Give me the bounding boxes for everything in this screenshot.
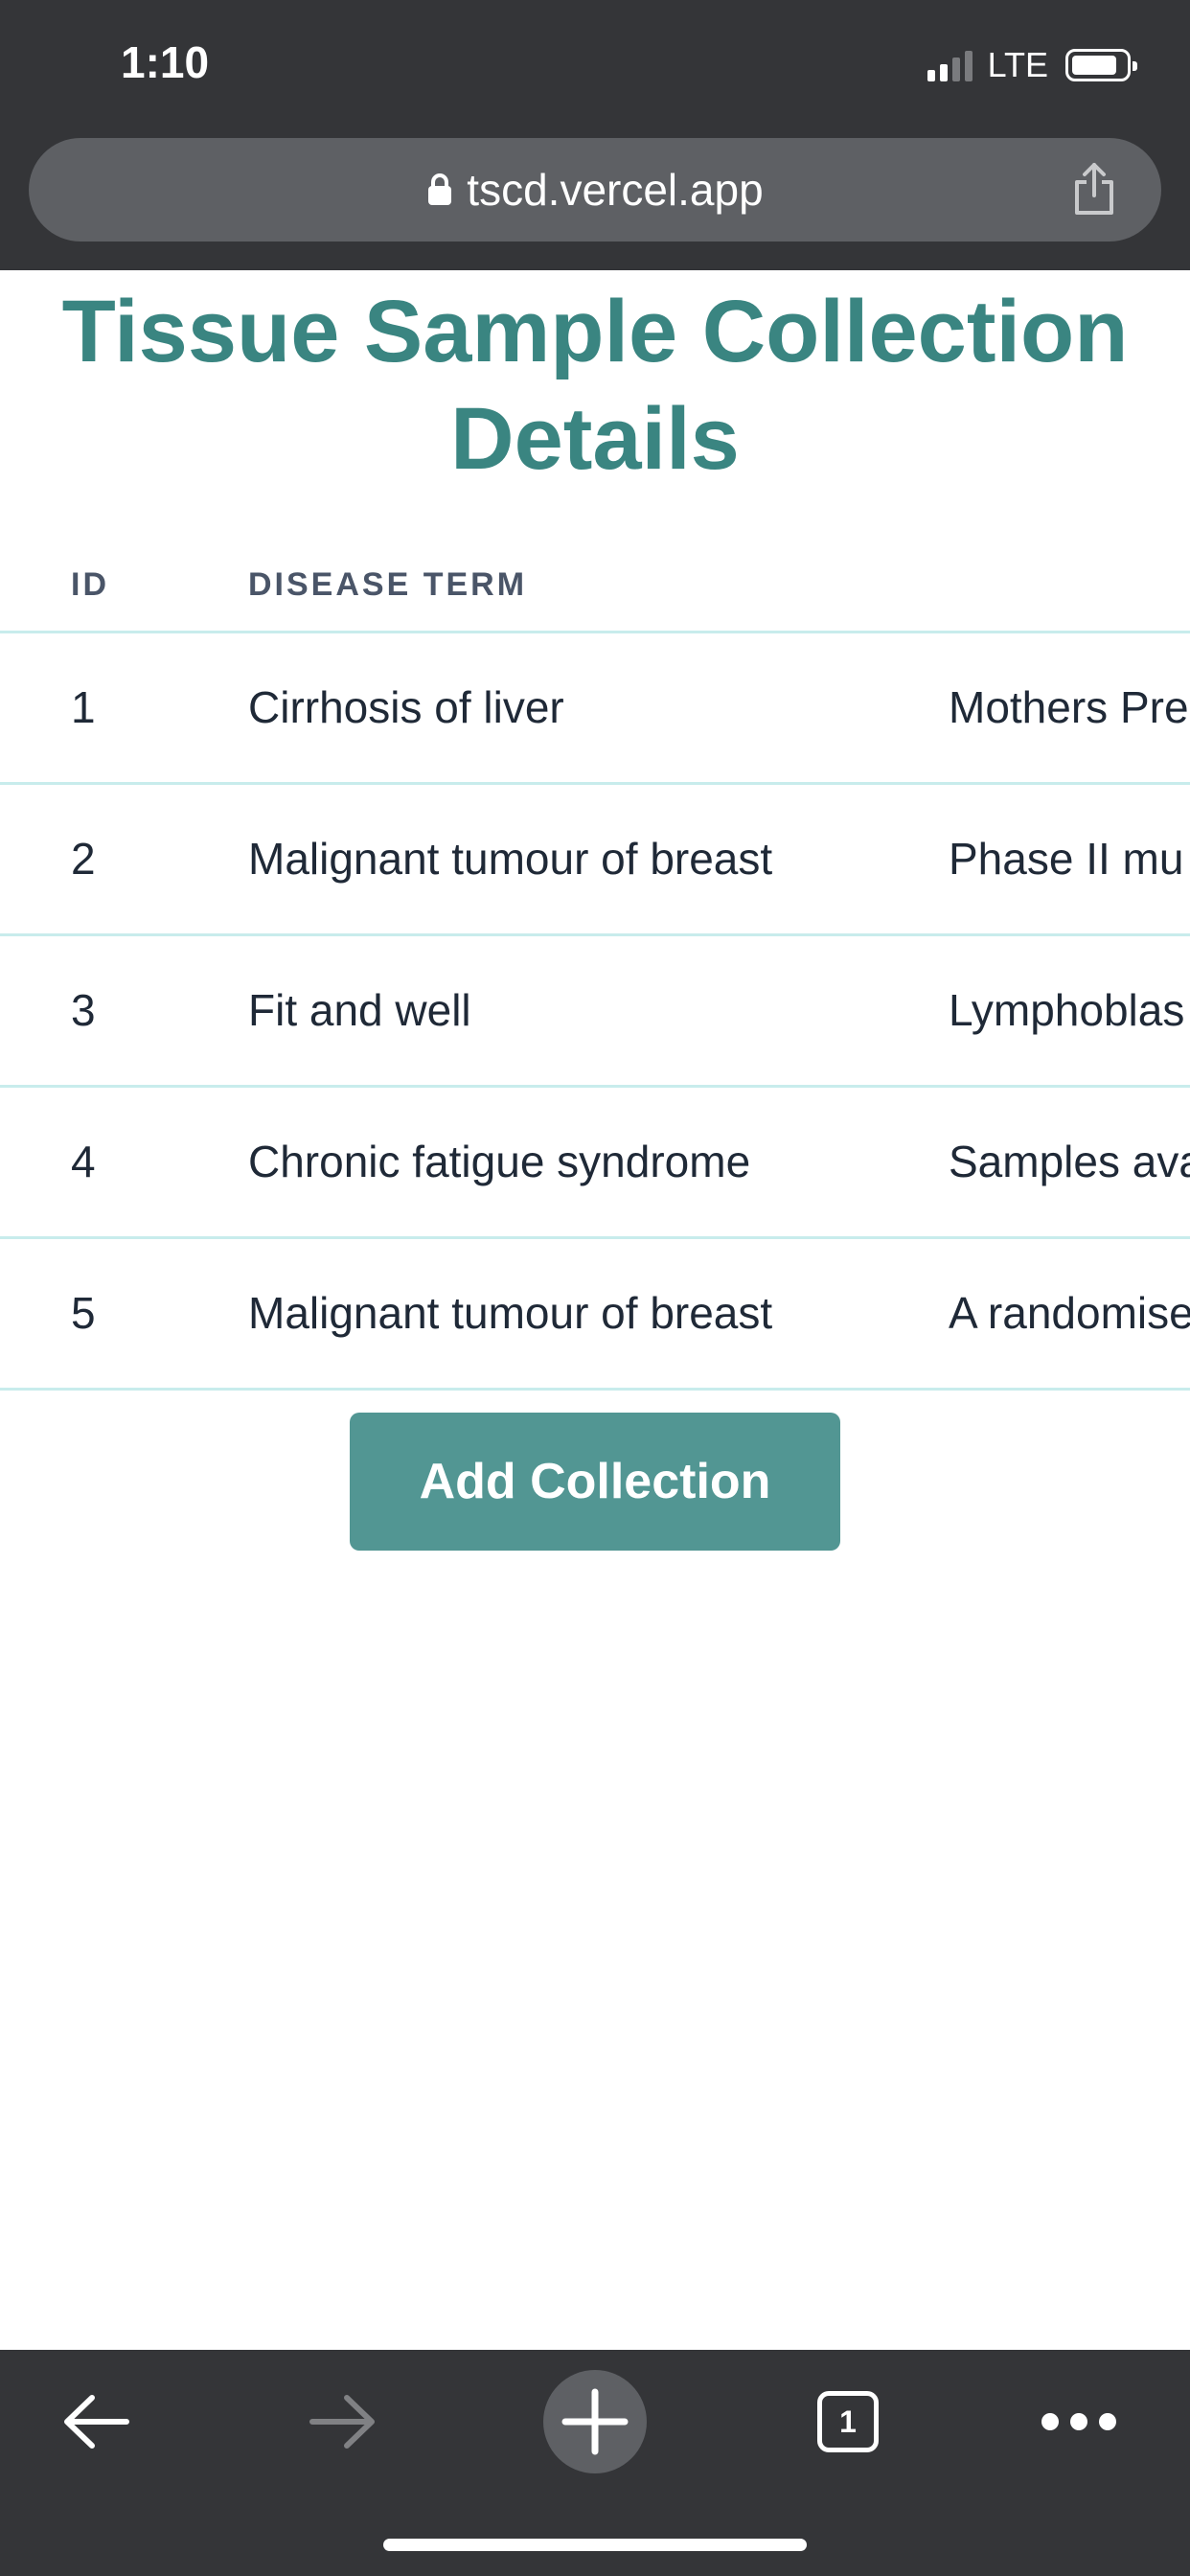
table-row[interactable]: 4 Chronic fatigue syndrome Samples ava (0, 1085, 1190, 1236)
add-collection-button[interactable]: Add Collection (350, 1413, 840, 1551)
home-indicator[interactable] (383, 2539, 807, 2551)
cell-disease-term: Fit and well (248, 985, 471, 1035)
url-text: tscd.vercel.app (467, 165, 764, 215)
forward-button[interactable] (295, 2350, 391, 2494)
address-bar[interactable]: tscd.vercel.app (29, 138, 1161, 242)
forward-arrow-icon (309, 2395, 375, 2449)
tabs-button[interactable]: 1 (805, 2350, 891, 2494)
lock-icon (428, 173, 452, 205)
more-button[interactable] (1031, 2350, 1127, 2494)
cell-id: 4 (71, 1137, 96, 1186)
cell-id: 5 (71, 1288, 96, 1338)
cell-id: 2 (71, 834, 96, 884)
network-type: LTE (987, 45, 1048, 84)
cell-disease-term: Cirrhosis of liver (248, 682, 564, 732)
cell-disease-term: Malignant tumour of breast (248, 1288, 773, 1338)
page-title: Tissue Sample Collection Details (61, 283, 1129, 488)
table-row[interactable]: 5 Malignant tumour of breast A randomise (0, 1236, 1190, 1388)
table-row[interactable]: 2 Malignant tumour of breast Phase II mu (0, 782, 1190, 933)
plus-icon (543, 2370, 647, 2473)
cell-description: Mothers Pre (949, 682, 1189, 732)
signal-icon (927, 49, 973, 81)
share-icon[interactable] (1065, 159, 1123, 218)
cell-description: Samples ava (949, 1137, 1190, 1186)
battery-icon (1065, 49, 1137, 81)
status-time: 1:10 (121, 37, 210, 87)
new-tab-button[interactable] (542, 2350, 648, 2494)
header-id: ID (71, 566, 109, 603)
cell-disease-term: Chronic fatigue syndrome (248, 1137, 751, 1186)
cell-id: 1 (71, 682, 96, 732)
cell-description: Lymphoblas (949, 985, 1185, 1035)
header-disease-term: DISEASE TERM (248, 566, 528, 603)
cell-description: A randomise (949, 1288, 1190, 1338)
back-button[interactable] (48, 2350, 144, 2494)
tabs-icon: 1 (817, 2391, 879, 2452)
back-arrow-icon (64, 2395, 129, 2449)
cell-id: 3 (71, 985, 96, 1035)
more-icon (1041, 2413, 1116, 2430)
table-row[interactable]: 3 Fit and well Lymphoblas (0, 933, 1190, 1085)
table-bottom-divider (0, 1388, 1190, 1391)
tab-count: 1 (839, 2404, 857, 2439)
cell-description: Phase II mu (949, 834, 1184, 884)
cell-disease-term: Malignant tumour of breast (248, 834, 773, 884)
table-row[interactable]: 1 Cirrhosis of liver Mothers Pre (0, 631, 1190, 782)
browser-top-bar: 1:10 LTE tscd.vercel.app (0, 0, 1190, 270)
status-indicators: LTE (927, 44, 1137, 86)
